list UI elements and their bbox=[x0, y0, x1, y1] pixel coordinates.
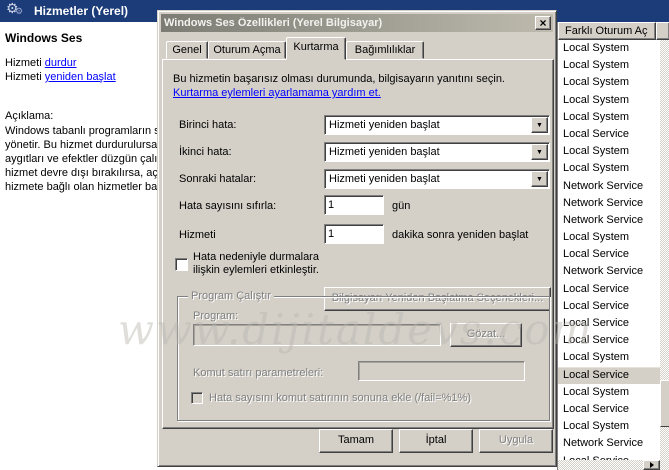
subsequent-failures-label: Sonraki hatalar: bbox=[179, 173, 256, 185]
tab-bagimliliklar[interactable]: Bağımlılıklar bbox=[346, 41, 424, 59]
apply-button: Uygula bbox=[479, 429, 553, 453]
first-failure-dropdown-button[interactable]: ▼ bbox=[531, 117, 548, 133]
logon-as-column: Farklı Oturum Aç Local SystemLocal Syste… bbox=[557, 22, 669, 470]
chevron-down-icon: ▼ bbox=[536, 149, 543, 156]
selected-service-name: Windows Ses bbox=[5, 31, 82, 45]
logon-list-item[interactable]: Local Service bbox=[558, 367, 660, 384]
append-fail-count-checkbox bbox=[191, 392, 203, 404]
logon-list-item[interactable]: Local System bbox=[558, 418, 660, 435]
dialog-titlebar[interactable]: Windows Ses Özellikleri (Yerel Bilgisaya… bbox=[161, 14, 553, 32]
cmdline-label: Komut satırı parametreleri: bbox=[193, 367, 323, 379]
second-failure-combobox[interactable]: Hizmeti yeniden başlat ▼ bbox=[324, 142, 550, 162]
first-failure-label: Birinci hata: bbox=[179, 119, 236, 131]
close-button[interactable]: × bbox=[535, 16, 551, 30]
logon-list: Local SystemLocal SystemLocal SystemLoca… bbox=[558, 40, 660, 462]
logon-list-item[interactable]: Network Service bbox=[558, 435, 660, 452]
logon-list-item[interactable]: Network Service bbox=[558, 212, 660, 229]
close-icon: × bbox=[539, 16, 546, 30]
cmdline-input bbox=[358, 361, 525, 381]
browse-button: Gözat... bbox=[450, 323, 522, 347]
recovery-intro: Bu hizmetin başarısız olması durumunda, … bbox=[173, 72, 551, 100]
logon-list-item[interactable]: Local Service bbox=[558, 332, 660, 349]
subsequent-failures-dropdown-button[interactable]: ▼ bbox=[531, 171, 548, 187]
stop-service-line: Hizmeti durdur bbox=[5, 57, 77, 69]
logon-as-column-header[interactable]: Farklı Oturum Aç bbox=[558, 22, 656, 40]
logon-list-item[interactable]: Local System bbox=[558, 143, 660, 160]
enable-stop-actions-checkbox[interactable] bbox=[175, 258, 188, 271]
services-title: Hizmetler (Yerel) bbox=[34, 4, 128, 18]
chevron-down-icon: ▼ bbox=[536, 176, 543, 183]
logon-list-item[interactable]: Local Service bbox=[558, 126, 660, 143]
logon-list-item[interactable]: Local System bbox=[558, 92, 660, 109]
logon-list-item[interactable]: Local System bbox=[558, 160, 660, 177]
cancel-button[interactable]: İptal bbox=[399, 429, 473, 453]
logon-list-item[interactable]: Local System bbox=[558, 40, 660, 57]
service-description: Windows tabanlı programların s yönetir. … bbox=[5, 124, 157, 194]
screen: ⚙ ⚙ Hizmetler (Yerel) Windows Ses Hizmet… bbox=[0, 0, 669, 470]
first-failure-combobox[interactable]: Hizmeti yeniden başlat ▼ bbox=[324, 115, 550, 135]
second-failure-dropdown-button[interactable]: ▼ bbox=[531, 144, 548, 160]
chevron-down-icon: ▼ bbox=[536, 122, 543, 129]
tab-oturum-acma[interactable]: Oturum Açma bbox=[208, 41, 286, 59]
logon-list-item[interactable]: Network Service bbox=[558, 178, 660, 195]
scroll-right-button[interactable] bbox=[643, 460, 660, 470]
restart-service-link[interactable]: yeniden başlat bbox=[45, 71, 116, 83]
second-failure-label: İkinci hata: bbox=[179, 146, 232, 158]
logon-list-item[interactable]: Local System bbox=[558, 74, 660, 91]
restart-delay-suffix: dakika sonra yeniden başlat bbox=[392, 229, 528, 241]
vertical-scrollbar[interactable] bbox=[660, 40, 669, 470]
restart-delay-input[interactable] bbox=[324, 224, 384, 244]
dialog-title: Windows Ses Özellikleri (Yerel Bilgisaya… bbox=[164, 17, 535, 29]
append-fail-count-label: Hata sayısını komut satırının sonuna ekl… bbox=[209, 392, 471, 405]
restart-delay-label: Hizmeti bbox=[179, 229, 216, 241]
services-left-pane: Windows Ses Hizmeti durdur Hizmeti yenid… bbox=[0, 22, 157, 470]
tab-kurtarma[interactable]: Kurtarma bbox=[286, 37, 346, 60]
subsequent-failures-combobox[interactable]: Hizmeti yeniden başlat ▼ bbox=[324, 169, 550, 189]
restart-service-line: Hizmeti yeniden başlat bbox=[5, 71, 116, 83]
logon-list-item[interactable]: Local System bbox=[558, 349, 660, 366]
reset-fail-count-label: Hata sayısını sıfırla: bbox=[179, 200, 276, 212]
reset-fail-count-suffix: gün bbox=[392, 200, 410, 212]
logon-list-item[interactable]: Local Service bbox=[558, 401, 660, 418]
logon-list-item[interactable]: Network Service bbox=[558, 195, 660, 212]
horizontal-scrollbar[interactable] bbox=[558, 460, 660, 470]
description-label: Açıklama: bbox=[5, 110, 53, 122]
next-column-header-stub[interactable] bbox=[656, 22, 669, 40]
recovery-help-link[interactable]: Kurtarma eylemleri ayarlamama yardım et. bbox=[173, 87, 381, 99]
scroll-right-arrow-icon bbox=[650, 462, 654, 468]
tab-genel[interactable]: Genel bbox=[166, 41, 208, 59]
program-input bbox=[193, 324, 441, 346]
vertical-scrollbar-thumb[interactable] bbox=[660, 380, 669, 427]
run-program-groupbox: Program Çalıştır Program: Gözat... Komut… bbox=[177, 296, 550, 421]
logon-list-item[interactable]: Network Service bbox=[558, 263, 660, 280]
logon-list-item[interactable]: Local System bbox=[558, 57, 660, 74]
logon-list-item[interactable]: Local System bbox=[558, 109, 660, 126]
properties-dialog: Windows Ses Özellikleri (Yerel Bilgisaya… bbox=[157, 10, 557, 467]
program-label: Program: bbox=[193, 310, 238, 322]
logon-list-item[interactable]: Local Service bbox=[558, 315, 660, 332]
logon-list-item[interactable]: Local Service bbox=[558, 246, 660, 263]
enable-stop-actions-label: Hata nedeniyle durmalara ilişkin eylemle… bbox=[193, 251, 327, 277]
recovery-tab-page: Bu hizmetin başarısız olması durumunda, … bbox=[162, 59, 554, 429]
logon-list-item[interactable]: Local Service bbox=[558, 281, 660, 298]
run-program-group-title: Program Çalıştır bbox=[188, 290, 274, 302]
reset-fail-count-input[interactable] bbox=[324, 195, 384, 215]
logon-list-item[interactable]: Local System bbox=[558, 384, 660, 401]
stop-service-link[interactable]: durdur bbox=[45, 57, 77, 69]
services-gear-icon: ⚙ ⚙ bbox=[6, 2, 28, 20]
logon-list-item[interactable]: Local Service bbox=[558, 298, 660, 315]
ok-button[interactable]: Tamam bbox=[319, 429, 393, 453]
logon-list-item[interactable]: Local System bbox=[558, 229, 660, 246]
